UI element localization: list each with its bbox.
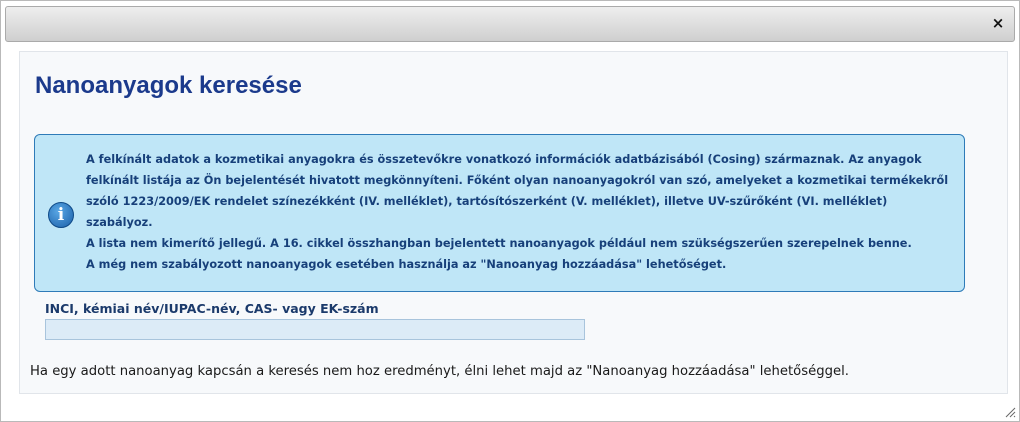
info-paragraph: A lista nem kimerítő jellegű. A 16. cikk… (86, 237, 912, 250)
nanomaterial-search-dialog: × Nanoanyagok keresése i A felkínált ada… (0, 0, 1020, 422)
page-title: Nanoanyagok keresése (35, 72, 302, 99)
resize-handle-icon[interactable] (1004, 406, 1016, 418)
search-field-label: INCI, kémiai név/IUPAC-név, CAS- vagy EK… (45, 301, 379, 316)
dialog-titlebar[interactable]: × (5, 6, 1015, 42)
info-text: A felkínált adatok a kozmetikai anyagokr… (86, 149, 956, 275)
close-icon[interactable]: × (990, 15, 1006, 31)
search-input[interactable] (45, 319, 585, 340)
info-box: i A felkínált adatok a kozmetikai anyago… (34, 134, 965, 292)
info-paragraph: A még nem szabályozott nanoanyagok eseté… (86, 258, 727, 271)
dialog-content: Nanoanyagok keresése i A felkínált adato… (19, 51, 1008, 394)
info-paragraph: A felkínált adatok a kozmetikai anyagokr… (86, 153, 949, 229)
info-icon: i (48, 202, 74, 228)
no-result-hint: Ha egy adott nanoanyag kapcsán a keresés… (30, 364, 849, 379)
